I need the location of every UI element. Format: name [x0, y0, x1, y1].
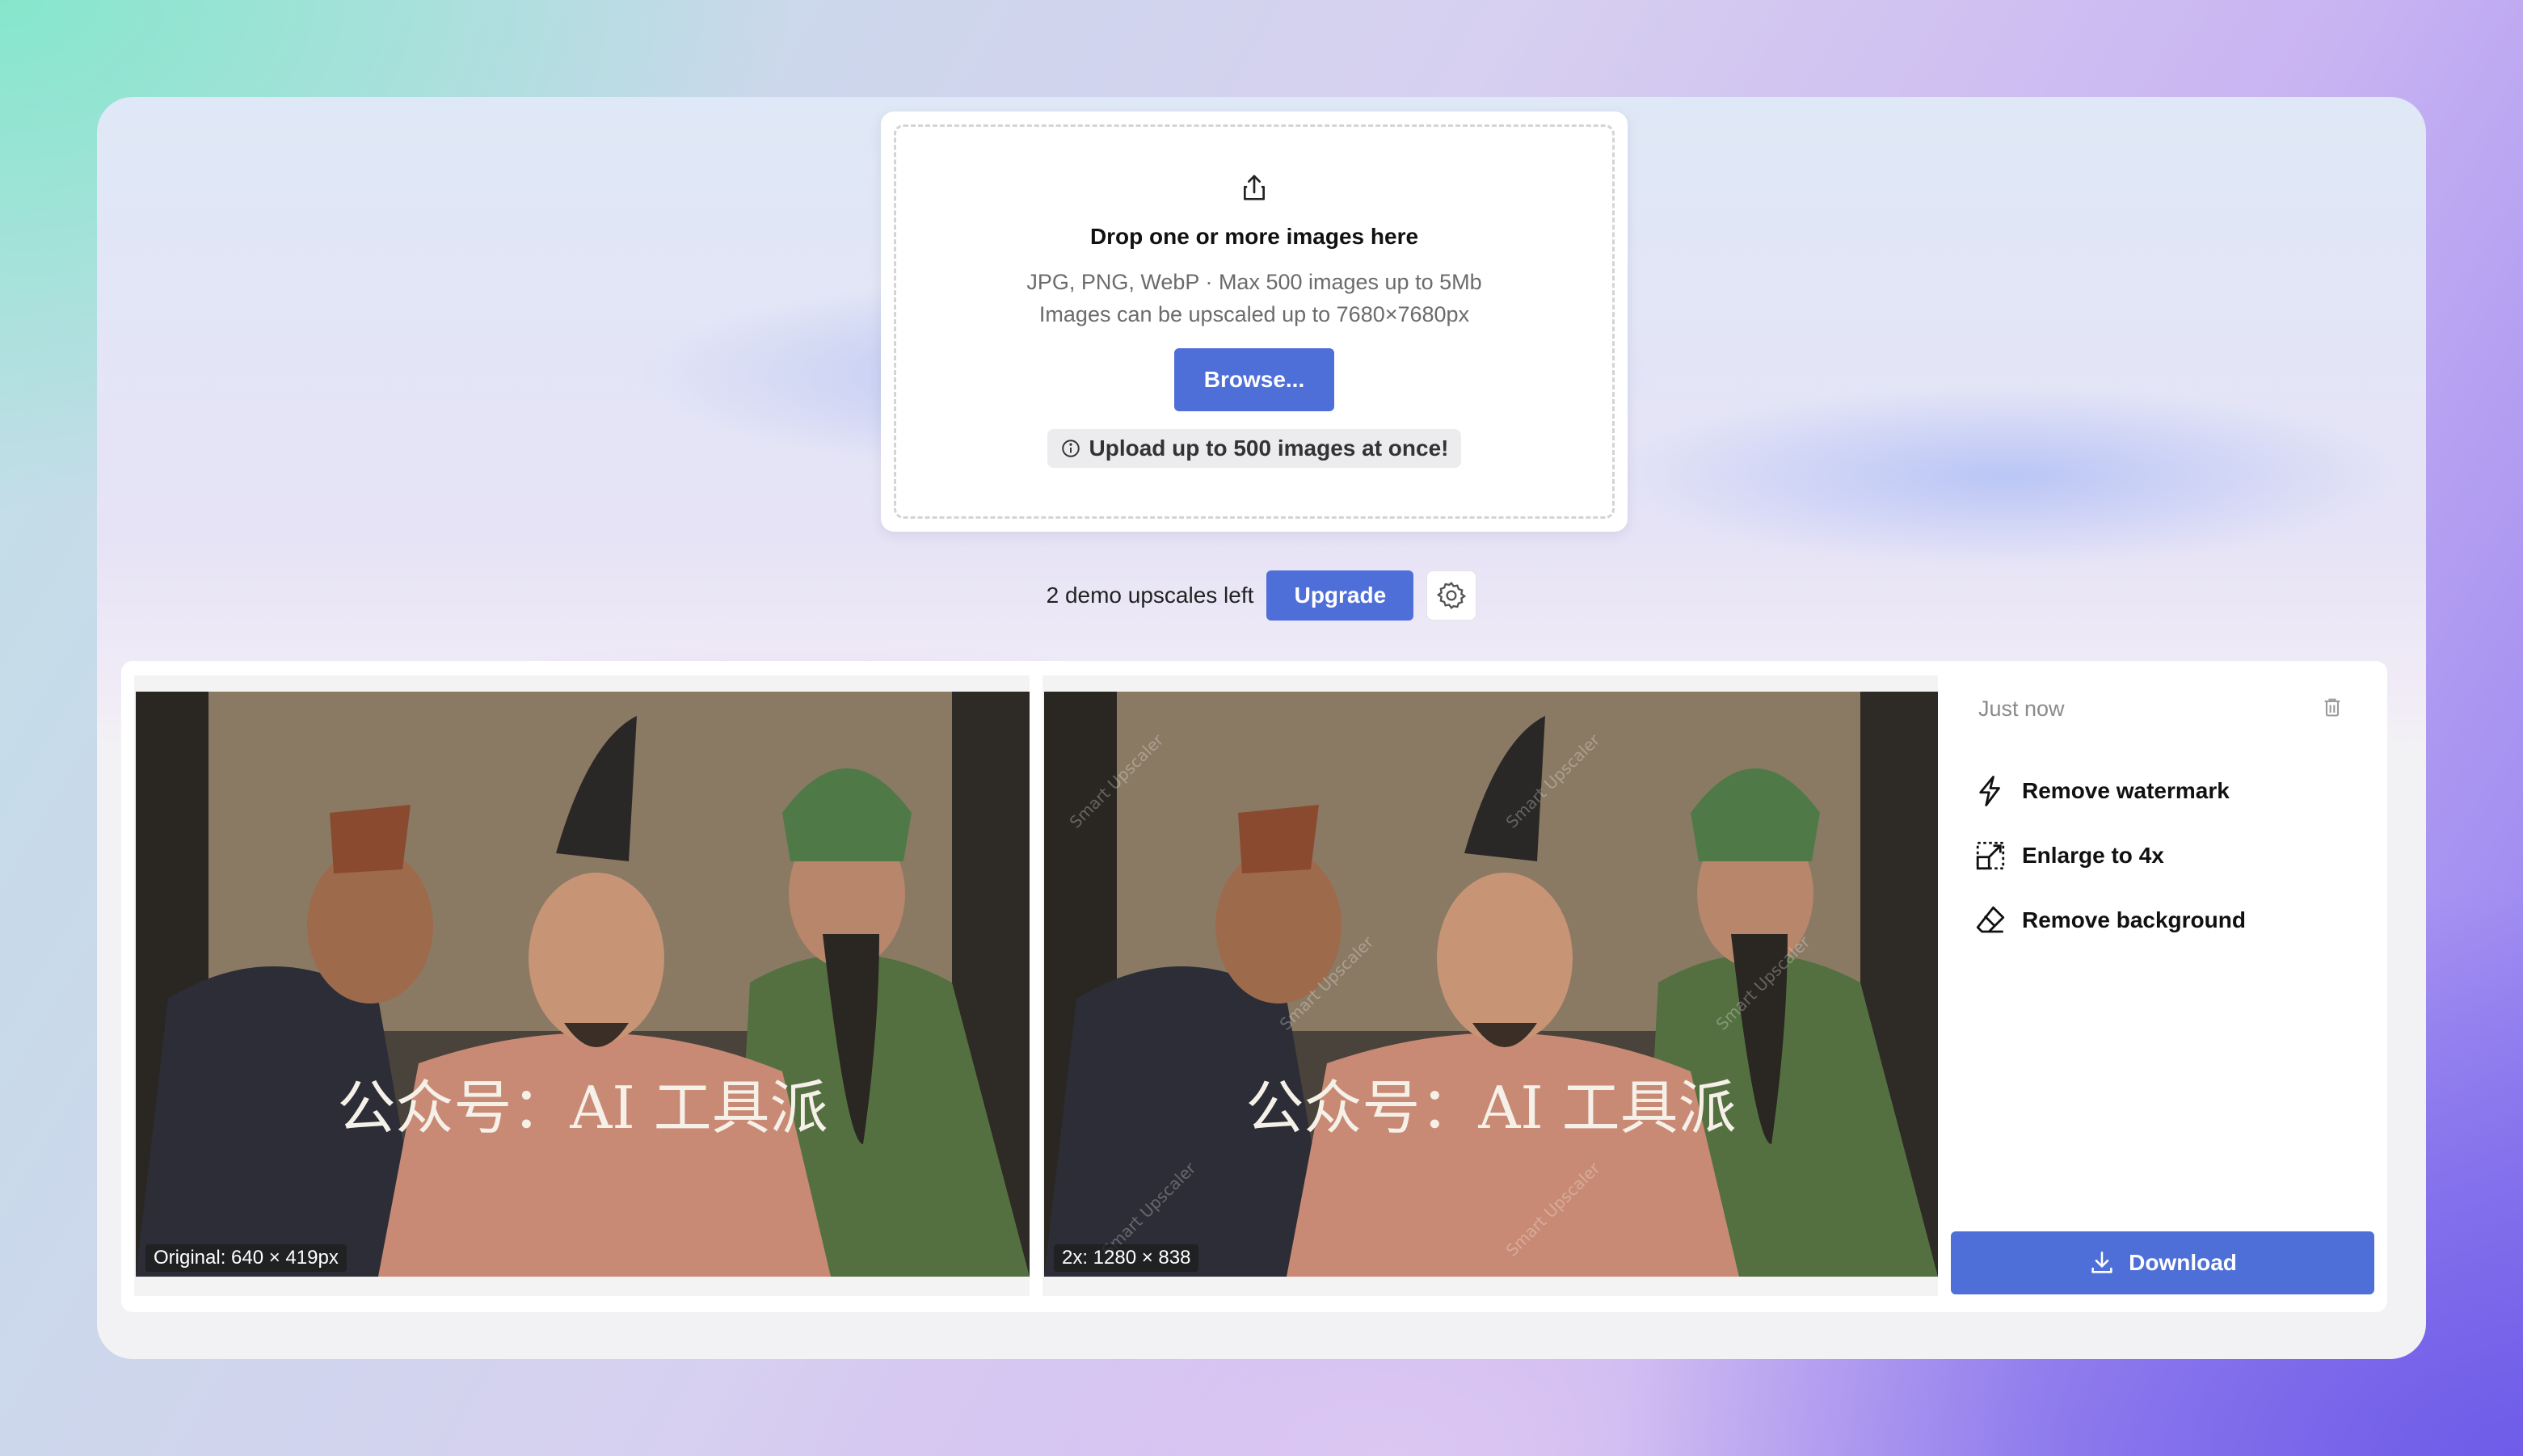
- remove-watermark-button[interactable]: Remove watermark: [1973, 774, 2230, 808]
- browse-button[interactable]: Browse...: [1174, 348, 1334, 411]
- image-caption: 公众号：AI 工具派: [337, 1074, 828, 1142]
- result-sidebar: Just now Remove watermark Enlarge to 4x: [1951, 661, 2387, 1312]
- gear-icon: [1437, 581, 1467, 610]
- original-size-label: Original: 640 × 419px: [145, 1244, 347, 1272]
- upscaled-image-panel: Smart Upscaler Smart Upscaler Smart Upsc…: [1042, 675, 1938, 1296]
- timestamp: Just now: [1978, 696, 2065, 721]
- remove-background-label: Remove background: [2022, 907, 2246, 932]
- upload-card: Drop one or more images here JPG, PNG, W…: [881, 112, 1628, 532]
- upload-description: JPG, PNG, WebP · Max 500 images up to 5M…: [1026, 266, 1481, 330]
- settings-button[interactable]: [1426, 570, 1477, 621]
- demo-remaining: 2 demo upscales left: [1046, 583, 1254, 608]
- remove-background-button[interactable]: Remove background: [1973, 903, 2246, 937]
- trash-icon[interactable]: [2321, 695, 2344, 719]
- upscaled-size-label: 2x: 1280 × 838: [1054, 1244, 1199, 1272]
- remove-watermark-label: Remove watermark: [2022, 778, 2230, 803]
- demo-bar: 2 demo upscales left Upgrade: [97, 570, 2426, 621]
- lightning-icon: [1979, 776, 2000, 806]
- download-label: Download: [2129, 1250, 2237, 1275]
- upscaled-image[interactable]: Smart Upscaler Smart Upscaler Smart Upsc…: [1044, 692, 1938, 1277]
- info-icon: [1061, 440, 1080, 457]
- image-caption: 公众号：AI 工具派: [1245, 1074, 1736, 1142]
- upgrade-button[interactable]: Upgrade: [1266, 570, 1414, 621]
- upload-formats: JPG, PNG, WebP · Max 500 images up to 5M…: [1026, 270, 1482, 294]
- enlarge-button[interactable]: Enlarge to 4x: [1973, 839, 2164, 873]
- enlarge-icon: [1976, 841, 2005, 870]
- drop-zone[interactable]: Drop one or more images here JPG, PNG, W…: [894, 124, 1615, 519]
- eraser-icon: [1976, 906, 2005, 933]
- original-image-panel: 公众号：AI 工具派 Original: 640 × 419px: [134, 675, 1030, 1296]
- app-frame: Drop one or more images here JPG, PNG, W…: [97, 97, 2426, 1359]
- upload-hint: Upload up to 500 images at once!: [1047, 429, 1462, 468]
- result-card: 公众号：AI 工具派 Original: 640 × 419px Smart U…: [121, 661, 2387, 1312]
- upload-title: Drop one or more images here: [1089, 224, 1419, 249]
- original-image[interactable]: 公众号：AI 工具派 Original: 640 × 419px: [136, 692, 1030, 1277]
- upload-icon: [1244, 175, 1265, 200]
- download-button[interactable]: Download: [1951, 1231, 2374, 1294]
- enlarge-label: Enlarge to 4x: [2022, 843, 2164, 868]
- upload-hint-text: Upload up to 500 images at once!: [1089, 436, 1449, 461]
- upload-limit: Images can be upscaled up to 7680×7680px: [1038, 302, 1470, 326]
- download-icon: [2091, 1251, 2112, 1273]
